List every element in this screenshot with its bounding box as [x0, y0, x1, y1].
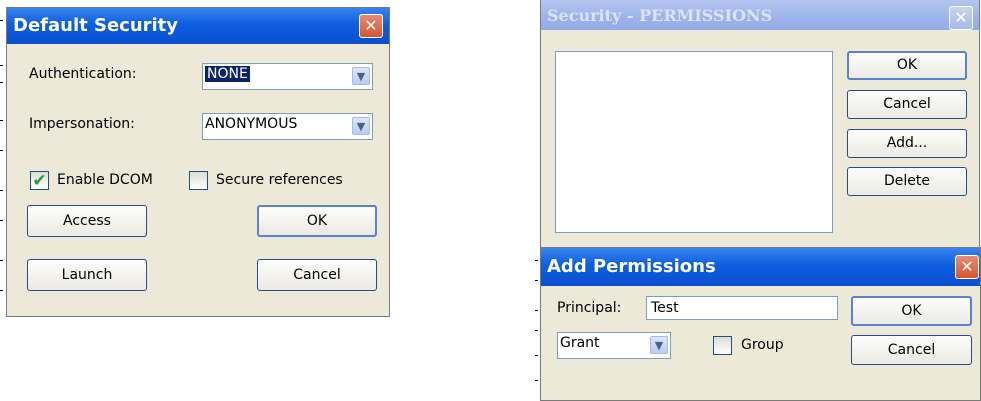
authentication-label: Authentication: [29, 66, 137, 82]
add-permissions-titlebar: Add Permissions [541, 248, 980, 286]
close-icon: ✕ [954, 8, 968, 27]
secure-references-checkbox[interactable] [189, 171, 208, 190]
security-permissions-titlebar: Security - PERMISSIONS [541, 0, 979, 30]
add-permissions-ok-button[interactable]: OK [851, 296, 972, 326]
enable-dcom-checkbox[interactable]: ✔ [30, 171, 49, 190]
close-icon: ✕ [960, 257, 974, 276]
security-permissions-dialog: Security - PERMISSIONS ✕ OK Cancel Add..… [540, 0, 980, 260]
authentication-value: NONE [205, 66, 250, 82]
close-icon: ✕ [364, 16, 378, 35]
add-permissions-title: Add Permissions [547, 256, 716, 277]
permissions-add-button[interactable]: Add... [847, 129, 967, 158]
enable-dcom-label[interactable]: Enable DCOM [57, 172, 153, 188]
group-label[interactable]: Group [741, 337, 784, 353]
default-security-dialog: Default Security ✕ Authentication: NONE … [6, 7, 390, 317]
grant-value: Grant [560, 335, 600, 351]
permissions-ok-button[interactable]: OK [847, 51, 967, 80]
impersonation-value: ANONYMOUS [205, 116, 298, 132]
principal-input[interactable]: Test [646, 296, 838, 320]
launch-button[interactable]: Launch [27, 259, 147, 291]
permissions-list[interactable] [555, 51, 833, 233]
secure-references-label[interactable]: Secure references [216, 172, 343, 188]
cancel-button[interactable]: Cancel [257, 259, 377, 291]
grant-dropdown[interactable]: Grant ▼ [557, 332, 671, 359]
default-security-titlebar: Default Security [7, 8, 389, 44]
impersonation-dropdown[interactable]: ANONYMOUS ▼ [202, 113, 373, 140]
security-permissions-close-button[interactable]: ✕ [949, 6, 973, 30]
authentication-dropdown[interactable]: NONE ▼ [202, 63, 373, 90]
check-icon: ✔ [32, 171, 47, 191]
permissions-delete-button[interactable]: Delete [847, 167, 967, 196]
permissions-cancel-button[interactable]: Cancel [847, 90, 967, 119]
ok-button[interactable]: OK [257, 205, 377, 237]
chevron-down-icon[interactable]: ▼ [650, 336, 668, 354]
default-security-close-button[interactable]: ✕ [359, 14, 383, 38]
add-permissions-cancel-button[interactable]: Cancel [851, 335, 972, 365]
chevron-down-icon[interactable]: ▼ [352, 67, 370, 85]
impersonation-label: Impersonation: [29, 116, 135, 132]
security-permissions-title: Security - PERMISSIONS [547, 6, 773, 25]
default-security-title: Default Security [13, 15, 179, 36]
principal-label: Principal: [557, 300, 622, 316]
access-button[interactable]: Access [27, 205, 147, 237]
add-permissions-dialog: Add Permissions ✕ Principal: Test Grant … [540, 247, 981, 401]
chevron-down-icon[interactable]: ▼ [352, 117, 370, 135]
group-checkbox[interactable] [713, 336, 732, 355]
add-permissions-close-button[interactable]: ✕ [955, 255, 979, 279]
